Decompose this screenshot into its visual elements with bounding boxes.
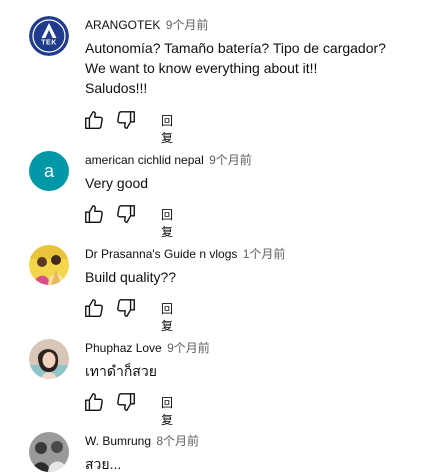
- avatar[interactable]: [29, 432, 69, 472]
- reply-button[interactable]: 回复: [161, 394, 173, 428]
- comment-author[interactable]: ARANGOTEK: [85, 18, 160, 32]
- avatar[interactable]: [29, 339, 69, 379]
- reply-button[interactable]: 回复: [161, 300, 173, 334]
- dislike-icon[interactable]: [115, 203, 137, 225]
- dislike-icon[interactable]: [115, 391, 137, 413]
- like-icon[interactable]: [83, 109, 105, 131]
- avatar[interactable]: a: [29, 151, 69, 191]
- profile-photo: [29, 339, 69, 379]
- like-icon[interactable]: [83, 297, 105, 319]
- avatar[interactable]: TEK: [29, 16, 69, 56]
- comment-author[interactable]: Phuphaz Love: [85, 341, 162, 355]
- reply-button[interactable]: 回复: [161, 112, 173, 146]
- profile-photo: [29, 245, 69, 285]
- arangotek-logo: TEK: [29, 16, 69, 56]
- comment-author[interactable]: Dr Prasanna's Guide n vlogs: [85, 247, 237, 261]
- comment-text: เทาดำก็สวย: [85, 363, 157, 379]
- dislike-icon[interactable]: [115, 109, 137, 131]
- comment-text: Autonomía? Tamaño batería? Tipo de carga…: [85, 40, 386, 96]
- comment-text: Very good: [85, 175, 149, 191]
- like-icon[interactable]: [83, 203, 105, 225]
- dislike-icon[interactable]: [115, 297, 137, 319]
- comment-time[interactable]: 9个月前: [166, 18, 209, 32]
- svg-text:TEK: TEK: [41, 40, 57, 47]
- comment-time[interactable]: 9个月前: [209, 153, 252, 167]
- avatar[interactable]: [29, 245, 69, 285]
- comment-time[interactable]: 8个月前: [156, 434, 199, 448]
- comment-text: Build quality??: [85, 269, 177, 285]
- comment-time[interactable]: 1个月前: [243, 247, 286, 261]
- profile-photo: [29, 432, 69, 472]
- comment-author[interactable]: american cichlid nepal: [85, 153, 204, 167]
- comment-text: สวย...: [85, 456, 122, 472]
- reply-button[interactable]: 回复: [161, 206, 173, 240]
- avatar-letter: a: [43, 161, 54, 181]
- like-icon[interactable]: [83, 391, 105, 413]
- comment-time[interactable]: 9个月前: [167, 341, 210, 355]
- comment-author[interactable]: W. Bumrung: [85, 434, 151, 448]
